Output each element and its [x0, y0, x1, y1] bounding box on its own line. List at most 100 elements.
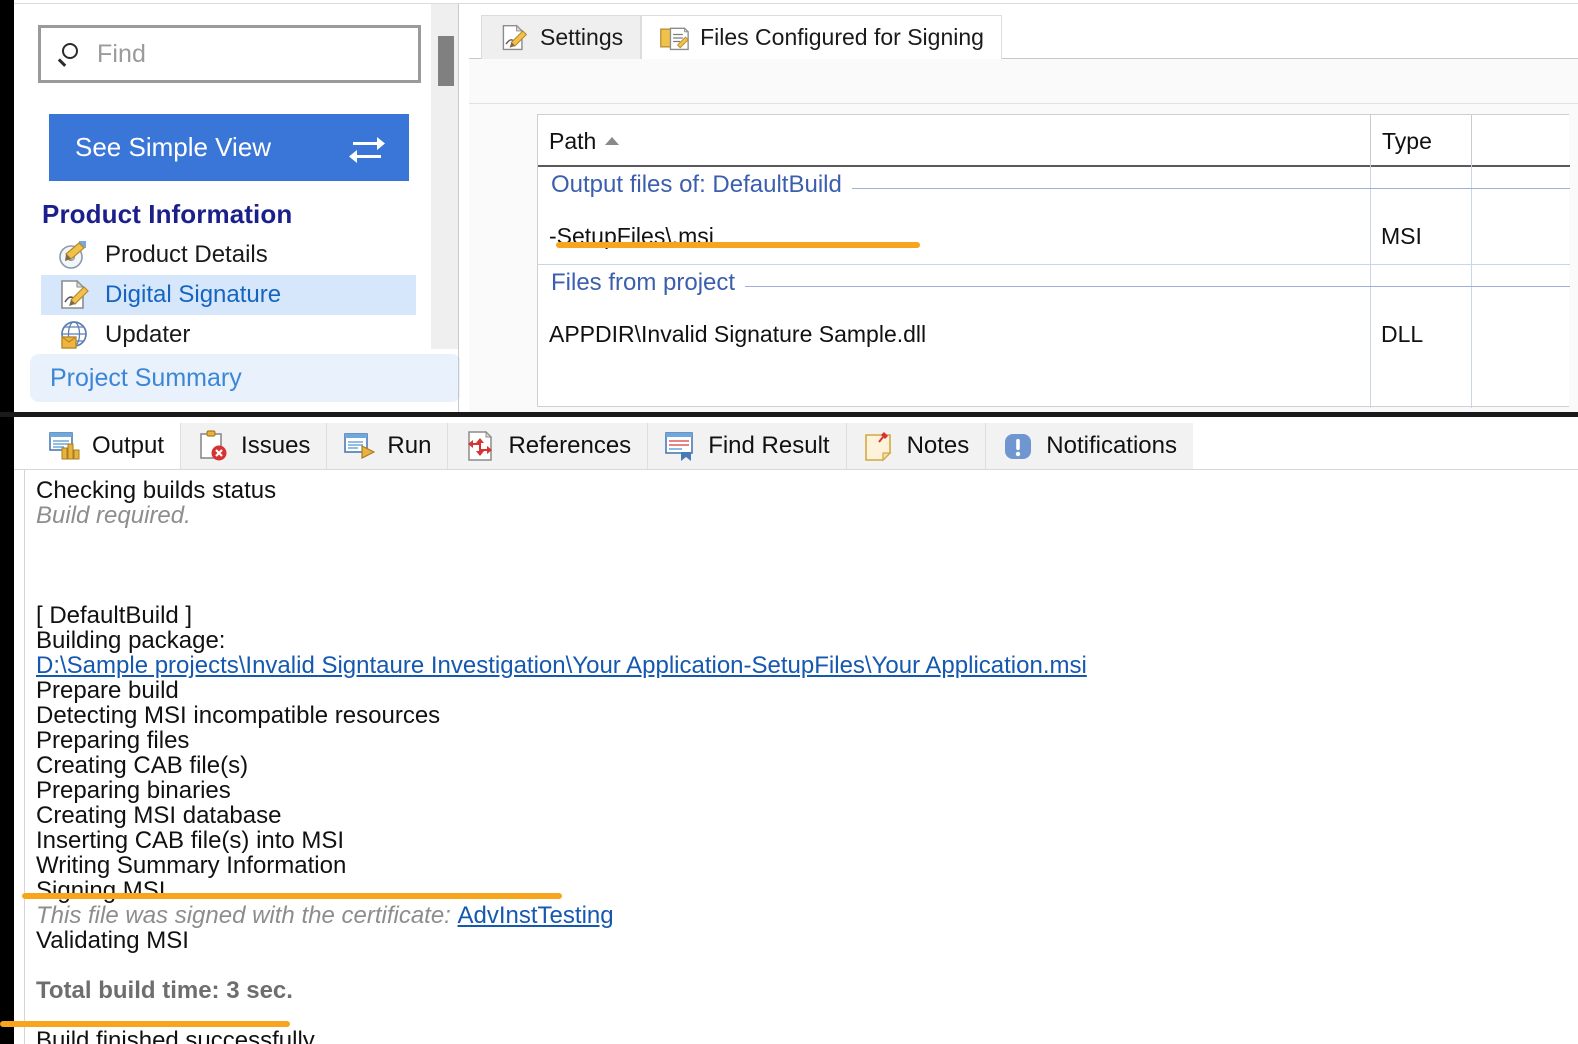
- project-summary-button[interactable]: Project Summary: [30, 354, 461, 402]
- bottom-tab-label: Output: [92, 432, 165, 459]
- annotation-underline-build-finished: [0, 1021, 290, 1027]
- swap-arrows-icon: [347, 133, 387, 163]
- table-row[interactable]: -SetupFiles\.msi MSI: [538, 207, 1570, 265]
- content-tab-strip: Settings Files Configured for Signing: [481, 15, 1002, 59]
- sort-ascending-icon: [605, 137, 620, 145]
- log-step: Signing MSI: [36, 877, 166, 904]
- group-label: Output files of: DefaultBuild: [551, 171, 852, 199]
- search-input[interactable]: Find: [38, 25, 421, 83]
- bottom-tab-label: Notes: [906, 432, 970, 459]
- log-blank-line: [36, 528, 1566, 553]
- folder-document-icon: [659, 23, 690, 53]
- sidebar-item-label: Digital Signature: [105, 281, 282, 308]
- annotation-underline-dll-path: [556, 242, 920, 248]
- bottom-tab-label: Notifications: [1046, 432, 1178, 459]
- log-step: Creating MSI database: [36, 802, 282, 829]
- section-title-product-information: Product Information: [42, 199, 293, 229]
- globe-box-icon: [57, 318, 91, 352]
- bottom-tab-label: References: [508, 432, 632, 459]
- bottom-tab-strip: Output Issues Run References Find Result…: [32, 423, 1194, 469]
- group-label: Files from project: [551, 269, 746, 297]
- column-header-type[interactable]: Type: [1370, 115, 1471, 167]
- log-step: Writing Summary Information: [36, 852, 347, 879]
- log-step: Detecting MSI incompatible resources: [36, 702, 441, 729]
- log-step: Preparing files: [36, 727, 190, 754]
- log-line-build-required: Build required.: [36, 502, 191, 529]
- table-header-row: Path Type: [538, 115, 1570, 167]
- log-line-finished: Build finished successfully.: [36, 1027, 320, 1044]
- navigation-pane: Find See Simple View Product Information: [14, 4, 461, 412]
- notes-pin-icon: [863, 430, 895, 462]
- files-configured-table: Path Type Output files of: DefaultBuild …: [538, 115, 1570, 408]
- tab-output[interactable]: Output: [32, 423, 182, 469]
- tab-settings[interactable]: Settings: [481, 15, 642, 59]
- pane-divider: [458, 4, 459, 412]
- tab-notes[interactable]: Notes: [846, 423, 987, 469]
- log-step: Prepare build: [36, 677, 179, 704]
- find-result-icon: [664, 430, 696, 462]
- see-simple-view-button[interactable]: See Simple View: [49, 114, 409, 181]
- table-row[interactable]: APPDIR\Invalid Signature Sample.dll DLL: [538, 305, 1570, 363]
- tab-label: Files Configured for Signing: [700, 24, 984, 50]
- bottom-tab-label: Find Result: [708, 432, 830, 459]
- log-line-building-package: Building package:: [36, 627, 226, 654]
- annotation-underline-certificate: [22, 893, 562, 899]
- certificate-prefix: This file was signed with the certificat…: [36, 902, 458, 929]
- log-blank-line: [36, 953, 1566, 978]
- column-header-label: Path: [549, 127, 597, 154]
- sidebar-item-label: Updater: [105, 321, 191, 348]
- log-line-build-name: [ DefaultBuild ]: [36, 602, 193, 629]
- project-summary-label: Project Summary: [50, 363, 242, 392]
- document-pencil-icon: [57, 278, 91, 312]
- tab-run[interactable]: Run: [327, 423, 449, 469]
- tab-notifications[interactable]: Notifications: [986, 423, 1194, 469]
- bottom-panel: Output Issues Run References Find Result…: [0, 423, 1578, 1044]
- output-window-icon: [48, 430, 80, 462]
- window-left-edge: [0, 0, 14, 1044]
- log-step: Preparing binaries: [36, 777, 231, 804]
- log-step: Creating CAB file(s): [36, 752, 249, 779]
- log-line-checking: Checking builds status: [36, 477, 277, 504]
- column-header-extra[interactable]: [1471, 115, 1570, 167]
- sidebar-item-product-details[interactable]: Product Details: [41, 235, 416, 275]
- sidebar-item-digital-signature[interactable]: Digital Signature: [41, 275, 416, 315]
- log-step: Inserting CAB file(s) into MSI: [36, 827, 345, 854]
- references-icon: [464, 430, 496, 462]
- table-group-header: Files from project: [538, 265, 1570, 305]
- tab-files-configured-for-signing[interactable]: Files Configured for Signing: [641, 15, 1002, 59]
- tab-label: Settings: [540, 24, 624, 50]
- notification-icon: [1002, 430, 1034, 462]
- tab-find-result[interactable]: Find Result: [648, 423, 847, 469]
- log-line-validating: Validating MSI: [36, 927, 189, 954]
- tab-strip-rule: [469, 103, 1578, 104]
- see-simple-view-label: See Simple View: [75, 132, 272, 162]
- files-configured-table-panel: Path Type Output files of: DefaultBuild …: [537, 114, 1570, 408]
- search-icon: [57, 41, 83, 67]
- cell-path: -SetupFiles\.msi: [549, 222, 714, 249]
- log-link-package-path[interactable]: D:\Sample projects\Invalid Signtaure Inv…: [36, 653, 1566, 678]
- cd-pencil-icon: [57, 238, 91, 272]
- column-header-label: Type: [1382, 127, 1432, 154]
- log-blank-line: [36, 578, 1566, 603]
- cell-type: MSI: [1381, 222, 1422, 249]
- bottom-tab-rule: [14, 469, 1578, 470]
- run-play-icon: [343, 430, 376, 462]
- navigation-scrollbar-thumb[interactable]: [438, 36, 454, 86]
- sidebar-item-updater[interactable]: Updater: [41, 315, 416, 355]
- column-header-path[interactable]: Path: [538, 115, 1370, 167]
- log-line-certificate: This file was signed with the certificat…: [36, 903, 1566, 928]
- bottom-tab-label: Issues: [241, 432, 311, 459]
- tab-issues[interactable]: Issues: [181, 423, 328, 469]
- sidebar-item-label: Product Details: [105, 241, 268, 268]
- cell-path: APPDIR\Invalid Signature Sample.dll: [549, 320, 927, 347]
- content-pane: Digital Signature Settings: [460, 4, 1578, 412]
- tab-references[interactable]: References: [448, 423, 649, 469]
- app-window: Find See Simple View Product Information: [0, 0, 1578, 1044]
- clipboard-error-icon: [197, 430, 229, 462]
- document-pencil-icon: [499, 23, 529, 53]
- top-area: Find See Simple View Product Information: [14, 4, 1578, 412]
- table-group-header: Output files of: DefaultBuild: [538, 167, 1570, 207]
- output-log[interactable]: Checking builds status Build required. […: [36, 478, 1566, 1044]
- log-blank-line: [36, 553, 1566, 578]
- certificate-link[interactable]: AdvInstTesting: [458, 902, 614, 929]
